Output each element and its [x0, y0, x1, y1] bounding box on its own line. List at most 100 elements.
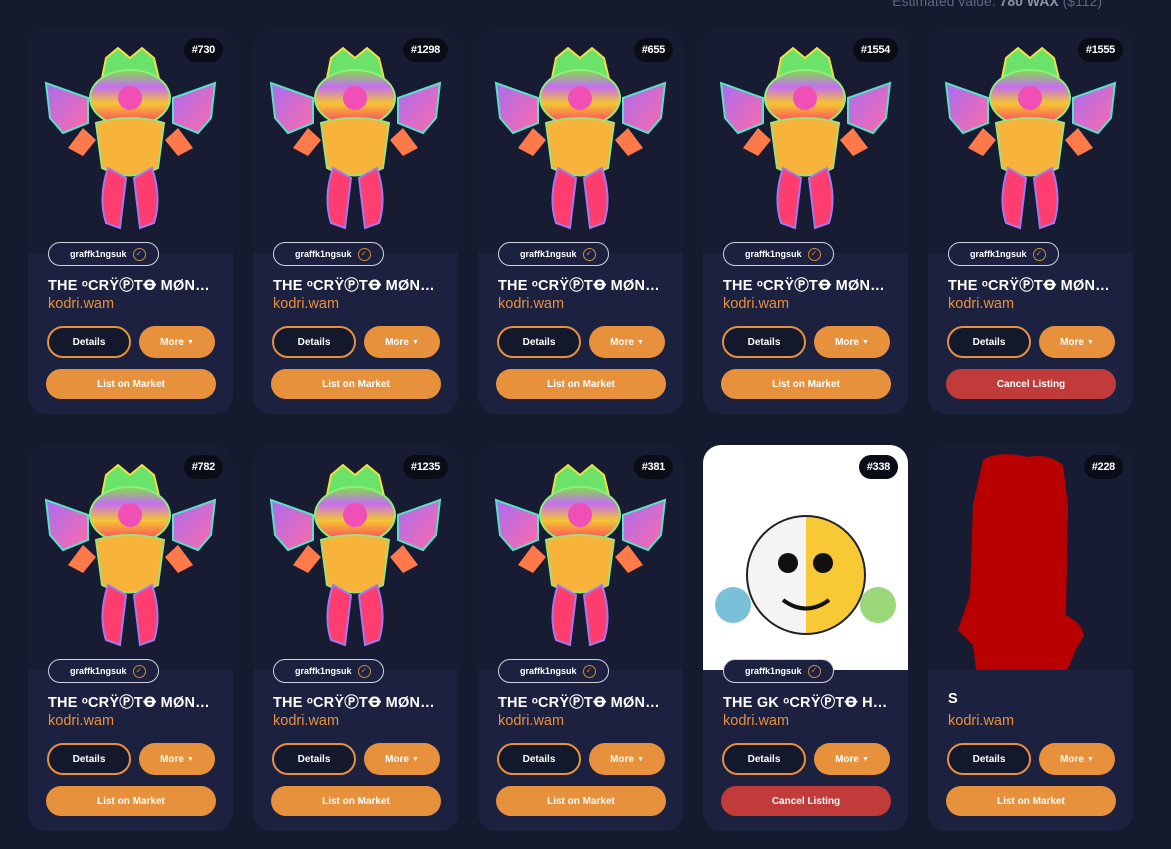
details-button[interactable]: Details	[497, 743, 581, 775]
mint-number-badge: #338	[858, 455, 898, 479]
collection-tag[interactable]: graffk1ngsuk ✓	[723, 242, 834, 266]
details-button[interactable]: Details	[722, 326, 806, 358]
mint-number-badge: #655	[633, 38, 673, 62]
nft-card-2[interactable]: #1298 graffk1ngsuk ✓ THE ᵒCRŸⓅTꝊ MØNSTER…	[253, 28, 458, 414]
owner-name[interactable]: kodri.wam	[273, 296, 339, 312]
nft-card-3[interactable]: #655 graffk1ngsuk ✓ THE ᵒCRŸⓅTꝊ MØNSTER …	[478, 28, 683, 414]
details-button[interactable]: Details	[272, 743, 356, 775]
owner-name[interactable]: kodri.wam	[723, 713, 789, 729]
owner-name[interactable]: kodri.wam	[273, 713, 339, 729]
more-label: More	[835, 753, 859, 765]
listing-action-button[interactable]: List on Market	[721, 369, 891, 399]
listing-action-button[interactable]: List on Market	[496, 786, 666, 816]
details-button[interactable]: Details	[47, 326, 131, 358]
nft-title: THE ᵒCRŸⓅTꝊ MØNSTER	[48, 278, 218, 294]
details-label: Details	[522, 336, 556, 348]
nft-title: THE ᵒCRŸⓅTꝊ MØNSTER	[273, 695, 443, 711]
more-dropdown-button[interactable]: More ▼	[1039, 743, 1115, 775]
collection-tag[interactable]: graffk1ngsuk ✓	[48, 659, 159, 683]
collection-tag[interactable]: graffk1ngsuk ✓	[273, 659, 384, 683]
listing-action-button[interactable]: List on Market	[946, 786, 1116, 816]
collection-name: graffk1ngsuk	[70, 249, 127, 259]
owner-name[interactable]: kodri.wam	[948, 296, 1014, 312]
collection-name: graffk1ngsuk	[295, 666, 352, 676]
listing-action-button[interactable]: Cancel Listing	[946, 369, 1116, 399]
collection-tag[interactable]: graffk1ngsuk ✓	[498, 659, 609, 683]
owner-name[interactable]: kodri.wam	[948, 713, 1014, 729]
owner-name[interactable]: kodri.wam	[48, 296, 114, 312]
details-button[interactable]: Details	[947, 326, 1031, 358]
collection-name: graffk1ngsuk	[520, 666, 577, 676]
nft-card-10[interactable]: #228 ✓ S kodri.wam Details More▼ List on…	[928, 445, 1133, 831]
listing-action-button[interactable]: List on Market	[46, 786, 216, 816]
mint-number-badge: #730	[183, 38, 223, 62]
listing-action-button[interactable]: List on Market	[496, 369, 666, 399]
more-label: More	[160, 336, 184, 348]
nft-grid: #730 graffk1ngsuk ✓ THE ᵒCRŸⓅTꝊ MØNSTER …	[28, 28, 1133, 831]
details-label: Details	[747, 336, 781, 348]
more-label: More	[835, 336, 859, 348]
collection-tag[interactable]: graffk1ngsuk ✓	[723, 659, 834, 683]
more-dropdown-button[interactable]: More ▼	[814, 743, 890, 775]
details-button[interactable]: Details	[947, 743, 1031, 775]
collection-name: graffk1ngsuk	[745, 249, 802, 259]
more-dropdown-button[interactable]: More ▼	[1039, 326, 1115, 358]
collection-tag[interactable]: graffk1ngsuk ✓	[48, 242, 159, 266]
more-label: More	[385, 753, 409, 765]
owner-name[interactable]: kodri.wam	[498, 296, 564, 312]
listing-action-button[interactable]: List on Market	[271, 786, 441, 816]
more-dropdown-button[interactable]: More ▼	[139, 326, 215, 358]
more-dropdown-button[interactable]: More ▼	[139, 743, 215, 775]
details-button[interactable]: Details	[722, 743, 806, 775]
nft-card-7[interactable]: #1235 graffk1ngsuk ✓ THE ᵒCRŸⓅTꝊ MØNSTER…	[253, 445, 458, 831]
caret-down-icon: ▼	[1086, 338, 1094, 346]
more-dropdown-button[interactable]: More ▼	[589, 743, 665, 775]
details-label: Details	[297, 753, 331, 765]
nft-card-6[interactable]: #782 graffk1ngsuk ✓ THE ᵒCRŸⓅTꝊ MØNSTER …	[28, 445, 233, 831]
nft-card-9[interactable]: #338 graffk1ngsuk ✓ THE GK ᵒCRŸⓅTꝊ HEADS…	[703, 445, 908, 831]
verified-check-icon: ✓	[132, 247, 146, 261]
caret-down-icon: ▼	[186, 755, 194, 763]
caret-down-icon: ▼	[636, 755, 644, 763]
more-dropdown-button[interactable]: More ▼	[364, 743, 440, 775]
more-dropdown-button[interactable]: More ▼	[814, 326, 890, 358]
listing-action-button[interactable]: List on Market	[46, 369, 216, 399]
details-button[interactable]: Details	[272, 326, 356, 358]
caret-down-icon: ▼	[636, 338, 644, 346]
listing-action-button[interactable]: Cancel Listing	[721, 786, 891, 816]
collection-tag[interactable]: graffk1ngsuk ✓	[273, 242, 384, 266]
nft-card-5[interactable]: #1555 graffk1ngsuk ✓ THE ᵒCRŸⓅTꝊ MØNSTER…	[928, 28, 1133, 414]
caret-down-icon: ▼	[186, 338, 194, 346]
details-button[interactable]: Details	[47, 743, 131, 775]
estimated-value-usd: ($112)	[1062, 0, 1102, 9]
verified-check-icon: ✓	[807, 247, 821, 261]
owner-name[interactable]: kodri.wam	[48, 713, 114, 729]
nft-title: THE ᵒCRŸⓅTꝊ MØNSTER	[498, 278, 668, 294]
collection-tag[interactable]: graffk1ngsuk ✓	[498, 242, 609, 266]
listing-action-label: Cancel Listing	[996, 378, 1066, 390]
caret-down-icon: ▼	[411, 755, 419, 763]
listing-action-button[interactable]: List on Market	[271, 369, 441, 399]
mint-number-badge: #1298	[402, 38, 448, 62]
nft-card-4[interactable]: #1554 graffk1ngsuk ✓ THE ᵒCRŸⓅTꝊ MØNSTER…	[703, 28, 908, 414]
listing-action-label: List on Market	[547, 795, 615, 807]
listing-action-label: List on Market	[322, 378, 390, 390]
details-button[interactable]: Details	[497, 326, 581, 358]
details-label: Details	[522, 753, 556, 765]
more-dropdown-button[interactable]: More ▼	[364, 326, 440, 358]
collection-name: graffk1ngsuk	[745, 666, 802, 676]
collection-name: graffk1ngsuk	[295, 249, 352, 259]
nft-card-8[interactable]: #381 graffk1ngsuk ✓ THE ᵒCRŸⓅTꝊ MØNSTER …	[478, 445, 683, 831]
owner-name[interactable]: kodri.wam	[498, 713, 564, 729]
mint-number-badge: #782	[183, 455, 223, 479]
caret-down-icon: ▼	[861, 755, 869, 763]
nft-title: THE ᵒCRŸⓅTꝊ MØNSTER	[48, 695, 218, 711]
nft-card-1[interactable]: #730 graffk1ngsuk ✓ THE ᵒCRŸⓅTꝊ MØNSTER …	[28, 28, 233, 414]
caret-down-icon: ▼	[411, 338, 419, 346]
listing-action-label: List on Market	[997, 795, 1065, 807]
caret-down-icon: ▼	[861, 338, 869, 346]
owner-name[interactable]: kodri.wam	[723, 296, 789, 312]
details-label: Details	[972, 336, 1006, 348]
more-dropdown-button[interactable]: More ▼	[589, 326, 665, 358]
collection-tag[interactable]: graffk1ngsuk ✓	[948, 242, 1059, 266]
